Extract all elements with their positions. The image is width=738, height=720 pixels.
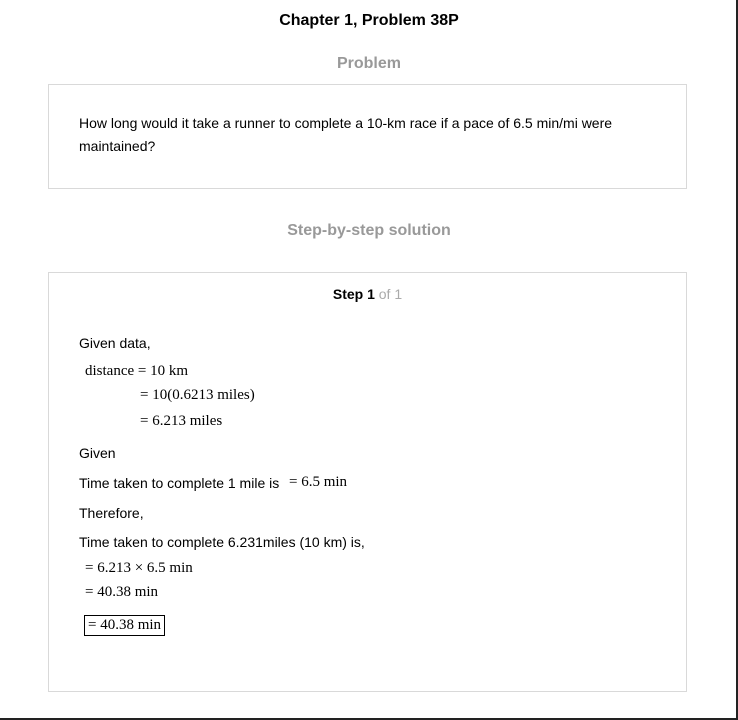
equation-distance: distance = 10 km — [85, 363, 189, 379]
equation-multiply: = 6.213 × 6.5 min — [85, 560, 193, 576]
given-label: Given — [79, 445, 116, 461]
chapter-title: Chapter 1, Problem 38P — [279, 12, 459, 29]
therefore-label: Therefore, — [79, 505, 144, 521]
solution-box: Step 1 of 1 Given data, distance = 10 km… — [48, 272, 687, 692]
time-per-mile-text: Time taken to complete 1 mile is — [79, 475, 280, 491]
equation-miles: = 6.213 miles — [140, 413, 223, 429]
equation-conversion: = 10(0.6213 miles) — [140, 387, 255, 403]
step-number: Step 1 — [332, 286, 375, 302]
total-time-text: Time taken to complete 6.231miles (10 km… — [79, 534, 365, 550]
given-data-label: Given data, — [79, 335, 151, 351]
equation-pace: = 6.5 min — [289, 474, 348, 490]
solution-heading: Step-by-step solution — [287, 222, 451, 239]
problem-box: How long would it take a runner to compl… — [48, 84, 687, 189]
step-total: of 1 — [378, 286, 403, 302]
equation-result: = 40.38 min — [85, 584, 159, 600]
final-answer: = 40.38 min — [84, 615, 166, 636]
problem-heading: Problem — [336, 55, 401, 72]
step-indicator: Step 1 of 1 — [49, 286, 686, 302]
problem-text: How long would it take a runner to compl… — [79, 115, 613, 154]
